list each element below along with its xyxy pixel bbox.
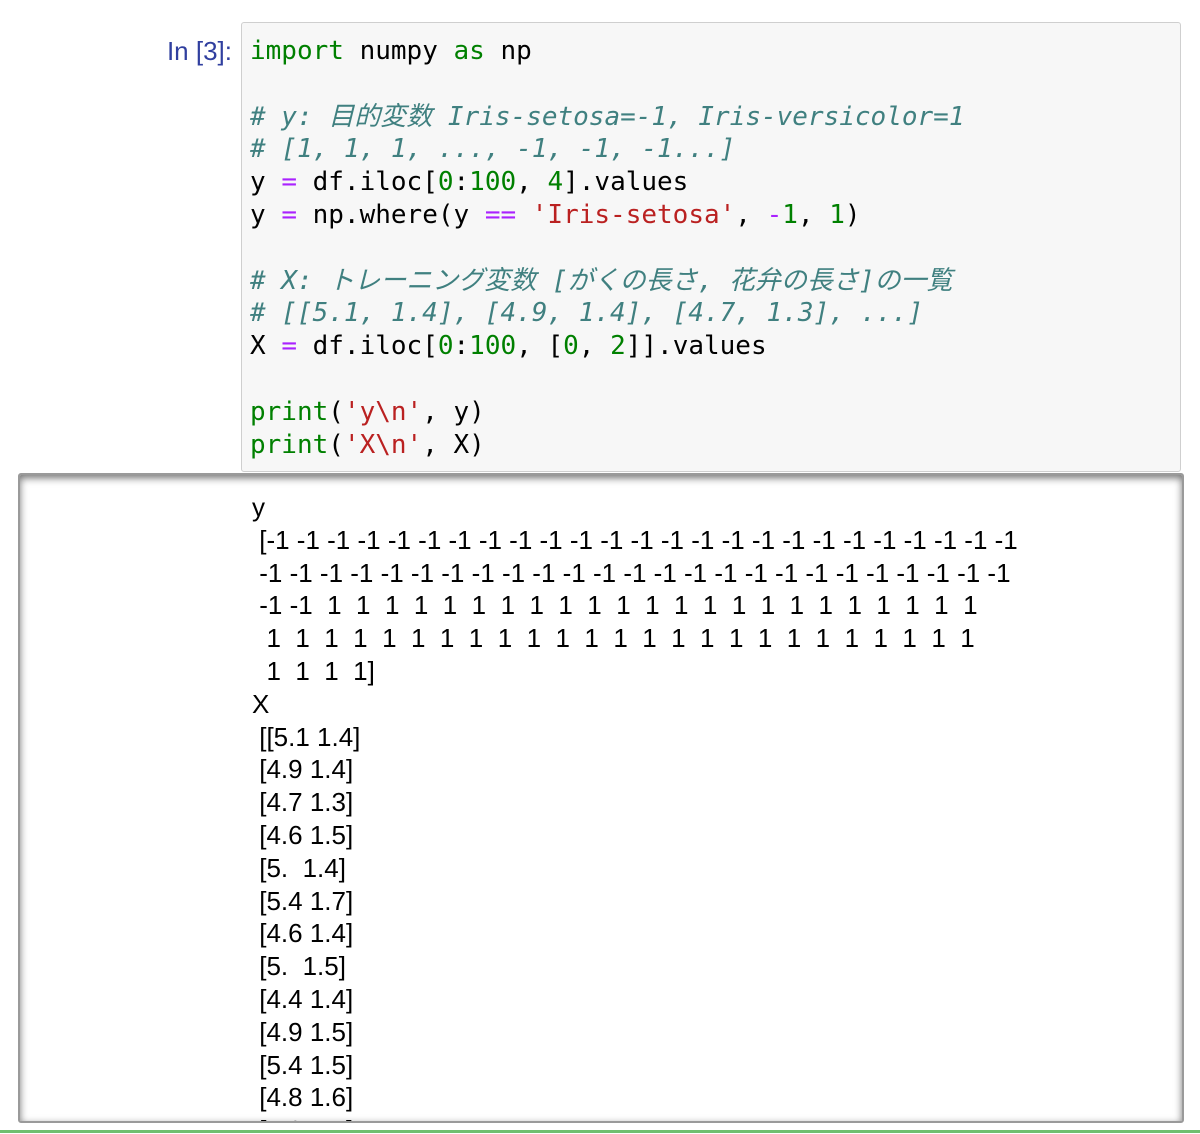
code-token: , [516,167,548,198]
code-token: 'y\n' [343,396,423,427]
output-line: [5. 1.4] [252,852,346,883]
code-token: ].values [563,167,689,198]
code-token: X [250,331,282,362]
code-token: , [735,199,767,230]
code-token: # [1, 1, 1, ..., -1, -1, -1...] [250,134,736,165]
output-line: [5.4 1.5] [252,1049,354,1080]
output-line: [4.8 1.6] [252,1082,354,1113]
output-line: [4.9 1.5] [252,1016,354,1047]
code-token: , y) [422,396,485,427]
code-token: import [250,36,344,66]
code-token: numpy [343,36,454,66]
output-line: [5.4 1.7] [252,885,354,916]
output-line: [4.4 1.4] [252,983,354,1014]
code-token: ( [328,396,344,427]
cell-output-area[interactable]: y [-1 -1 -1 -1 -1 -1 -1 -1 -1 -1 -1 -1 -… [18,473,1184,1123]
code-line: # [1, 1, 1, ..., -1, -1, -1...] [250,133,964,166]
code-token: - [766,199,783,230]
output-line: [5. 1.5] [252,951,346,982]
code-token: 1 [782,199,798,230]
output-line: 1 1 1 1] [252,655,375,686]
code-token: , [578,331,611,362]
code-editor[interactable]: import numpy as np # y: 目的変数 Iris-setosa… [250,35,964,461]
selected-cell-border [0,1130,1200,1133]
code-token: print [250,429,329,460]
code-line: # y: 目的変数 Iris-setosa=-1, Iris-versicolo… [250,101,964,134]
code-token: 100 [469,167,517,198]
code-token: = [281,199,297,230]
output-line: [4.7 1.3] [252,787,354,818]
code-token: = [281,331,297,362]
code-token: df.iloc[ [296,331,438,362]
code-token: 4 [547,167,564,198]
output-line: 1 1 1 1 1 1 1 1 1 1 1 1 1 1 1 1 1 1 1 1 … [252,623,975,654]
code-token: 'X\n' [343,429,423,460]
code-token: ) [844,199,861,230]
code-line: import numpy as np [250,35,964,68]
output-line: [4.6 1.4] [252,918,354,949]
code-token: print [250,396,329,427]
code-token: , X) [422,429,485,460]
code-token: = [281,167,297,198]
output-line: [4.6 1.5] [252,819,354,850]
output-line: X [252,688,270,719]
code-token: # [[5.1, 1.4], [4.9, 1.4], [4.7, 1.3], .… [250,298,924,329]
input-prompt: In [3]: [166,36,232,66]
code-token: == [484,199,517,230]
code-line: y = np.where(y == 'Iris-setosa', -1, 1) [250,199,964,232]
code-token: # X: トレーニング変数 [がくの長さ, 花弁の長さ]の一覧 [250,265,953,296]
output-line: [[5.1 1.4] [252,721,361,752]
output-line: [4.9 1.4] [252,754,354,785]
code-line: print('y\n', y) [250,396,964,429]
code-token: : [453,167,470,198]
code-token: y [250,167,282,198]
code-token: 0 [437,331,454,362]
output-line: [4.8 1.4] [252,1114,1018,1121]
code-token: as [453,36,485,66]
code-token: y [250,199,282,230]
code-token: 1 [829,199,845,230]
code-token: , [ [516,331,564,362]
output-line: [-1 -1 -1 -1 -1 -1 -1 -1 -1 -1 -1 -1 -1 … [252,524,1018,555]
code-line: y = df.iloc[0:100, 4].values [250,166,964,199]
code-token: ]].values [625,331,767,362]
code-token: np [484,36,532,66]
code-token: 'Iris-setosa' [531,199,736,230]
code-token: , [797,199,830,230]
output-line: y [252,492,265,522]
code-token: 2 [610,331,626,362]
output-line: -1 -1 -1 -1 -1 -1 -1 -1 -1 -1 -1 -1 -1 -… [252,557,1011,588]
code-line: X = df.iloc[0:100, [0, 2]].values [250,330,964,363]
output-text: y [-1 -1 -1 -1 -1 -1 -1 -1 -1 -1 -1 -1 -… [252,491,1018,1121]
notebook-page: In [3]: import numpy as np # y: 目的変数 Iri… [0,0,1200,1134]
code-token: : [453,331,470,362]
code-line: # [[5.1, 1.4], [4.9, 1.4], [4.7, 1.3], .… [250,297,964,330]
code-line: # X: トレーニング変数 [がくの長さ, 花弁の長さ]の一覧 [250,265,964,298]
code-token: np.where(y [296,199,485,230]
code-token: 0 [437,167,454,198]
code-line: print('X\n', X) [250,429,964,462]
code-token: 100 [469,331,517,362]
output-line: -1 -1 1 1 1 1 1 1 1 1 1 1 1 1 1 1 1 1 1 … [252,590,978,621]
code-token: 0 [563,331,579,362]
code-token: df.iloc[ [296,167,438,198]
code-token: ( [328,429,344,460]
code-token: # y: 目的変数 Iris-setosa=-1, Iris-versicolo… [250,101,965,132]
